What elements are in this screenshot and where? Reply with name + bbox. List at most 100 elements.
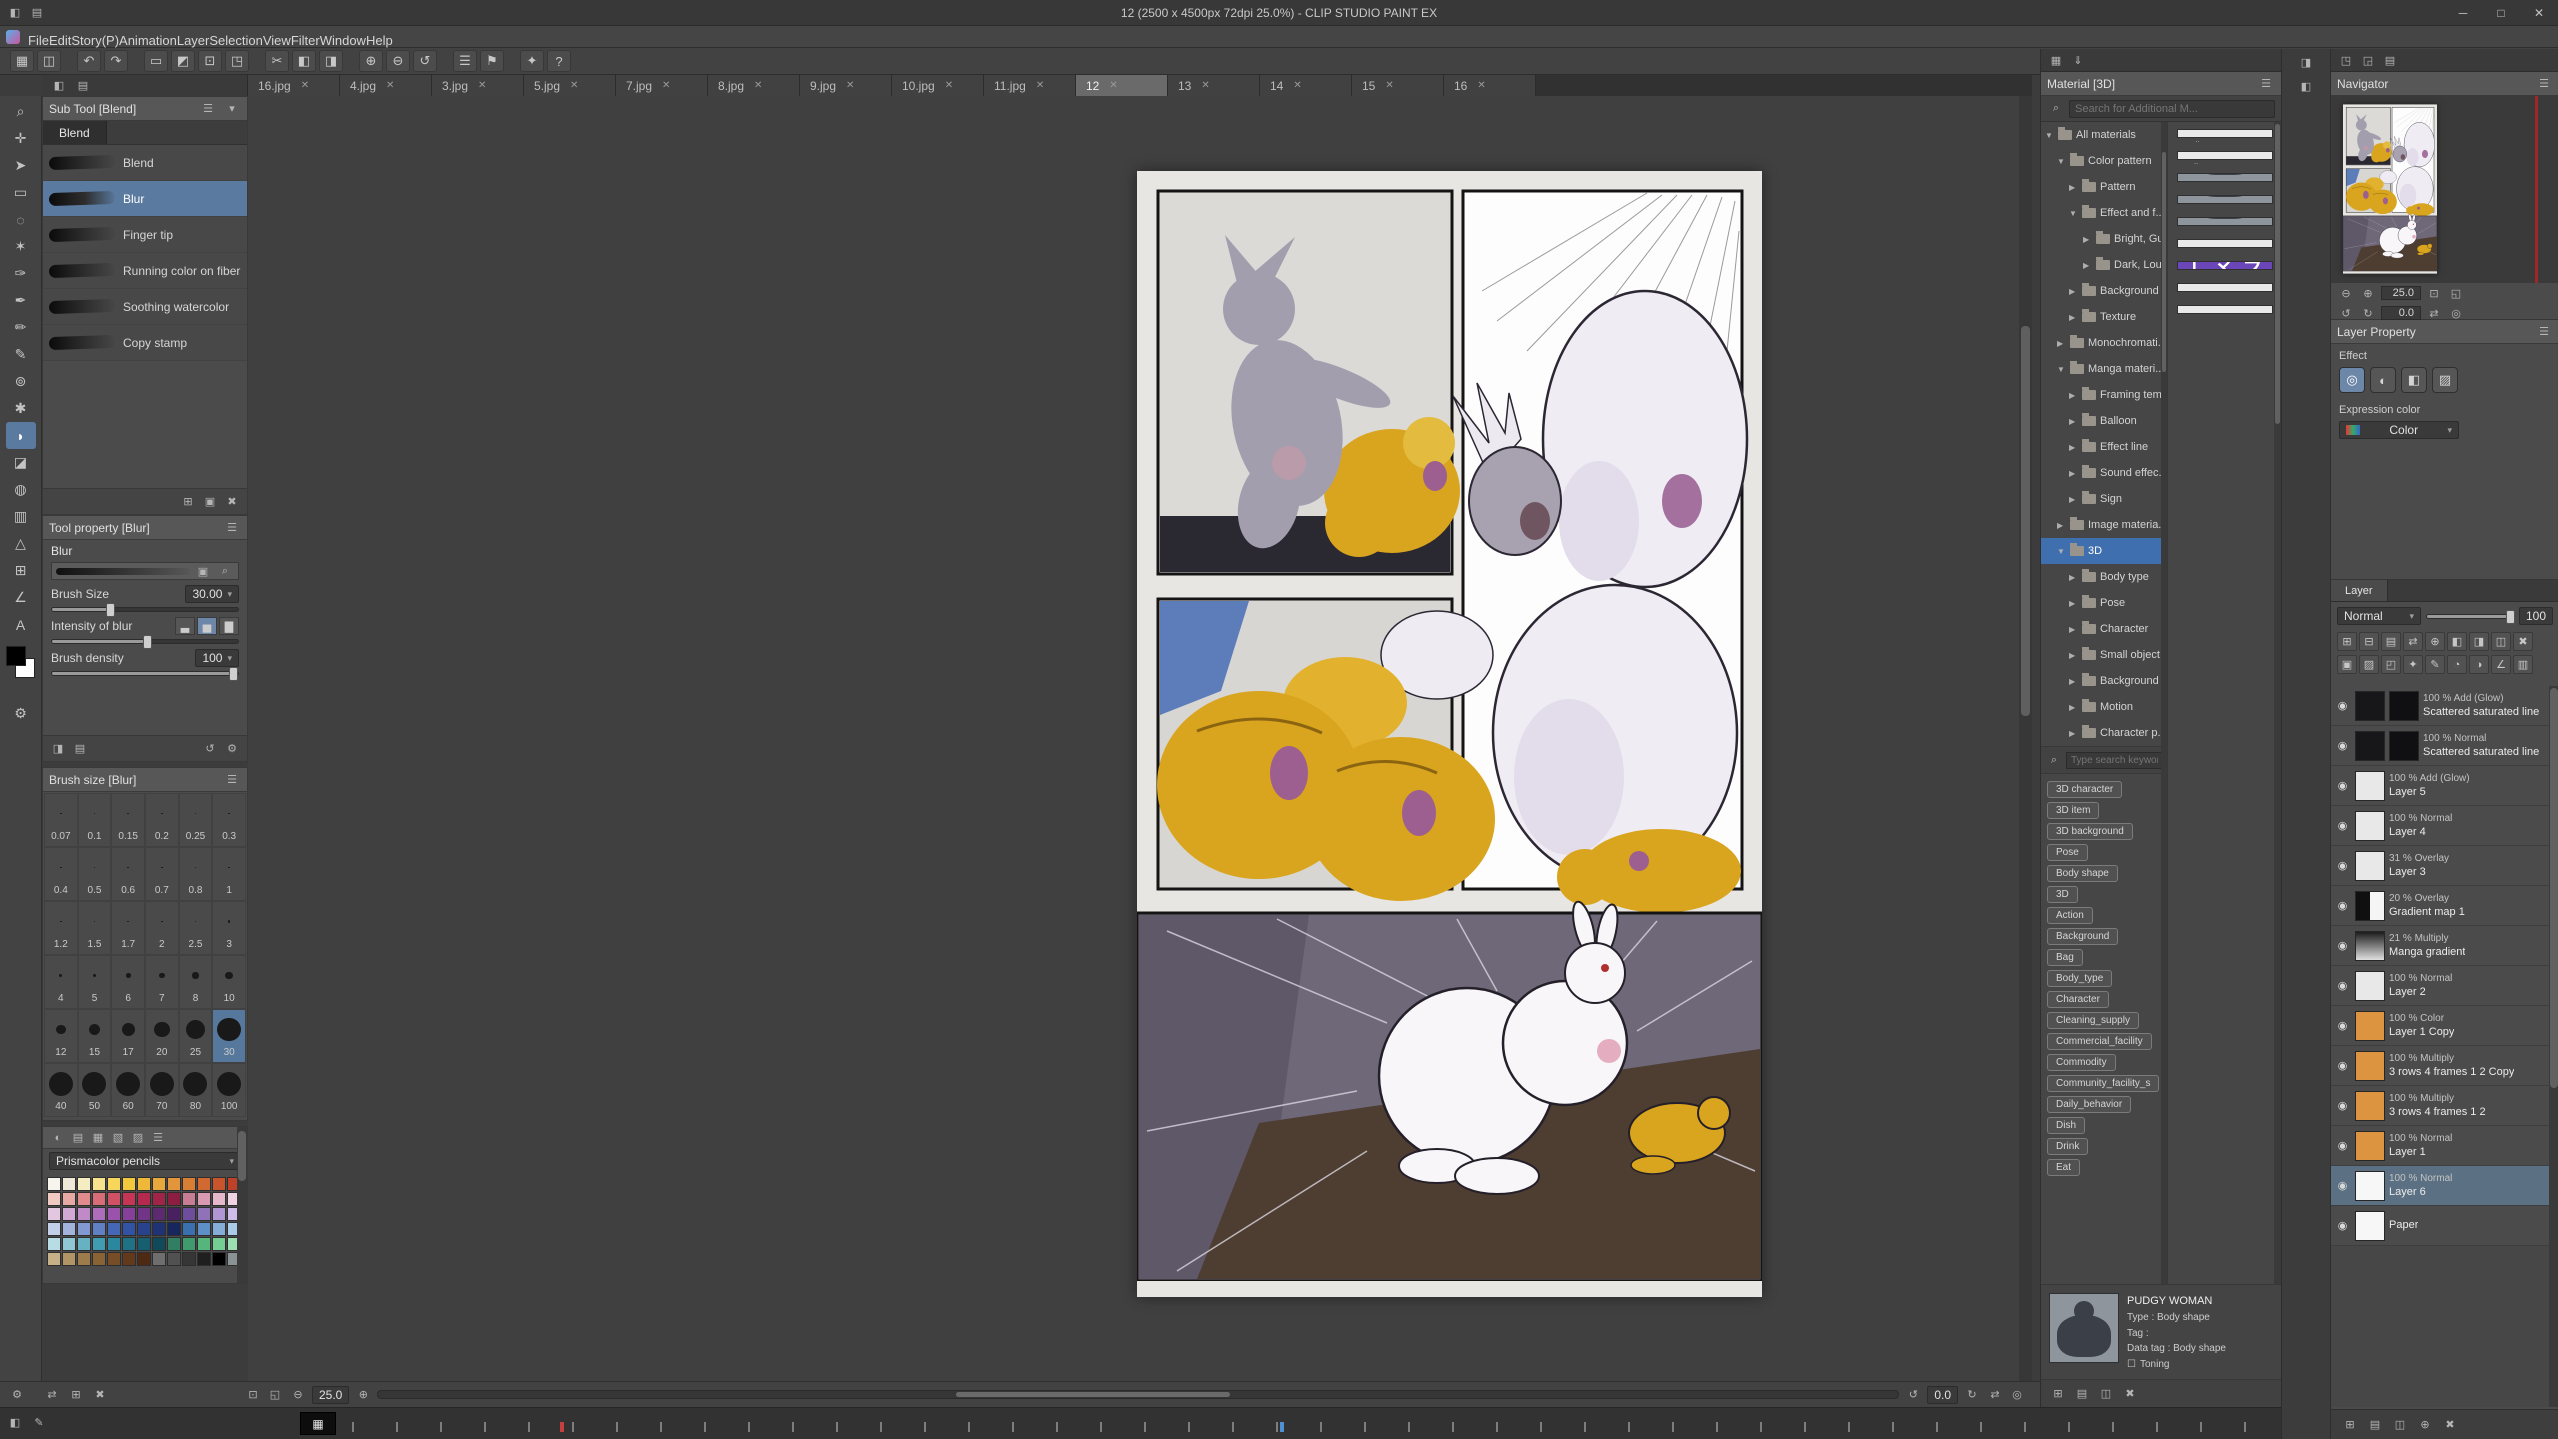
menu-item[interactable]: Animation (119, 26, 177, 48)
color-swatch[interactable] (152, 1177, 166, 1191)
close-button[interactable]: ✕ (2520, 0, 2558, 25)
brush-size-preset[interactable]: 1.5 (78, 901, 112, 955)
menu-item[interactable]: Window (320, 26, 366, 48)
brush-size-preset[interactable]: 100 (212, 1063, 246, 1117)
layer-visibility-icon[interactable]: ◉ (2334, 939, 2351, 952)
brush-size-preset[interactable]: 10 (212, 955, 246, 1009)
color-swatch[interactable] (122, 1207, 136, 1221)
expression-color-select[interactable]: Color ▾ (2339, 421, 2459, 439)
color-swatch[interactable] (137, 1192, 151, 1206)
menu-item[interactable]: Story(P) (71, 26, 119, 48)
tab-close-icon[interactable]: ✕ (386, 80, 394, 91)
canvas-horizontal-scrollbar[interactable] (377, 1390, 1899, 1399)
rotate-left-icon[interactable]: ↺ (1904, 1386, 1922, 1404)
layer-thumbnail[interactable] (2355, 1131, 2385, 1161)
layer-mask-thumbnail[interactable] (2389, 731, 2419, 761)
layer-opacity-value[interactable]: 100 (2519, 607, 2553, 625)
fit-to-screen-icon[interactable]: ⊡ (2425, 284, 2443, 302)
document-tab[interactable]: 14 ✕ (1260, 75, 1352, 96)
color-swatch[interactable] (137, 1252, 151, 1266)
tree-expander-icon[interactable]: ▼ (2045, 131, 2054, 140)
color-swatch[interactable] (152, 1192, 166, 1206)
main-color-well[interactable] (6, 646, 26, 666)
tree-expander-icon[interactable]: ▶ (2069, 469, 2078, 478)
document-tab[interactable]: 9.jpg ✕ (800, 75, 892, 96)
layer-row[interactable]: ◉ 100 % Add (Glow) Scattered saturated l… (2331, 686, 2549, 726)
tab-close-icon[interactable]: ✕ (1109, 80, 1117, 91)
material-item[interactable]: PUDGY WOMAN (2168, 188, 2281, 210)
tab-close-icon[interactable]: ✕ (1477, 80, 1485, 91)
tab-close-icon[interactable]: ✕ (1036, 80, 1044, 91)
layer-row[interactable]: ◉ 100 % Normal Layer 1 (2331, 1126, 2549, 1166)
color-swatch[interactable] (182, 1177, 196, 1191)
tree-expander-icon[interactable]: ▼ (2057, 547, 2066, 556)
brush-size-preset[interactable]: 17 (111, 1009, 145, 1063)
brush-size-preset[interactable]: 1.2 (44, 901, 78, 955)
color-swatch[interactable] (77, 1177, 91, 1191)
material-item[interactable]: CHUBBY BIG (2168, 210, 2281, 232)
material-tree-item[interactable]: ▶ Sound effec... (2041, 460, 2167, 486)
keyword-tag[interactable]: Eat (2047, 1159, 2080, 1176)
color-swatch[interactable] (212, 1252, 226, 1266)
brush-size-preset[interactable]: 15 (78, 1009, 112, 1063)
panel-menu-icon[interactable]: ☰ (2257, 75, 2275, 93)
tree-expander-icon[interactable]: ▼ (2069, 209, 2078, 218)
navigator-thumbnail[interactable] (2331, 96, 2558, 283)
panel-menu-icon[interactable]: ☰ (223, 771, 241, 789)
color-swatch[interactable] (107, 1192, 121, 1206)
material-tree-item[interactable]: ▶ Monochromati... (2041, 330, 2167, 356)
layer-row[interactable]: ◉ 21 % Multiply Manga gradient (2331, 926, 2549, 966)
tree-expander-icon[interactable]: ▶ (2069, 287, 2078, 296)
color-swatch[interactable] (77, 1237, 91, 1251)
material-tree-item[interactable]: ▼ 3D (2041, 538, 2167, 564)
layer-row[interactable]: ◉ 100 % Color Layer 1 Copy (2331, 1006, 2549, 1046)
material-tree-item[interactable]: ▶ Small object (2041, 642, 2167, 668)
color-swatch[interactable] (62, 1252, 76, 1266)
tree-expander-icon[interactable]: ▶ (2083, 235, 2092, 244)
keyword-tag[interactable]: 3D character (2047, 781, 2122, 798)
layer-thumbnail[interactable] (2355, 811, 2385, 841)
tree-expander-icon[interactable]: ▶ (2069, 313, 2078, 322)
material-tree-item[interactable]: ▶ Framing tem... (2041, 382, 2167, 408)
brush-size-preset[interactable]: 0.15 (111, 793, 145, 847)
material-item[interactable]: ぺたん(座り) (2168, 298, 2281, 320)
document-tab[interactable]: 16 ✕ (1444, 75, 1536, 96)
brush-size-preset[interactable]: 0.07 (44, 793, 78, 847)
panel-collapse-icon[interactable]: ▾ (223, 100, 241, 118)
sub-tool-item[interactable]: Copy stamp (43, 325, 247, 361)
menu-item[interactable]: View (263, 26, 291, 48)
tree-expander-icon[interactable]: ▶ (2069, 391, 2078, 400)
brush-size-preset[interactable]: 50 (78, 1063, 112, 1117)
tab-close-icon[interactable]: ✕ (301, 80, 309, 91)
document-tab[interactable]: 12 ✕ (1076, 75, 1168, 96)
color-swatch[interactable] (152, 1207, 166, 1221)
layer-visibility-icon[interactable]: ◉ (2334, 779, 2351, 792)
color-swatch[interactable] (47, 1207, 61, 1221)
document-tab[interactable]: 7.jpg ✕ (616, 75, 708, 96)
layer-mask-thumbnail[interactable] (2389, 691, 2419, 721)
color-swatch[interactable] (62, 1192, 76, 1206)
canvas-vertical-scrollbar[interactable] (2019, 96, 2032, 1381)
tab-close-icon[interactable]: ✕ (662, 80, 670, 91)
material-tree-item[interactable]: ▶ Balloon (2041, 408, 2167, 434)
document-tab[interactable]: 3.jpg ✕ (432, 75, 524, 96)
brush-size-preset[interactable]: 2 (145, 901, 179, 955)
tree-expander-icon[interactable]: ▶ (2069, 443, 2078, 452)
keyword-tag[interactable]: Body_type (2047, 970, 2112, 987)
minimize-button[interactable]: ─ (2444, 0, 2482, 25)
brush-size-preset[interactable]: 20 (145, 1009, 179, 1063)
color-swatch[interactable] (182, 1207, 196, 1221)
tab-close-icon[interactable]: ✕ (1293, 80, 1301, 91)
material-tree-item[interactable]: ▶ Sign (2041, 486, 2167, 512)
brush-size-preset[interactable]: 8 (179, 955, 213, 1009)
layer-visibility-icon[interactable]: ◉ (2334, 739, 2351, 752)
tab-close-icon[interactable]: ✕ (478, 80, 486, 91)
tree-expander-icon[interactable]: ▶ (2069, 625, 2078, 634)
document-tab[interactable]: 11.jpg ✕ (984, 75, 1076, 96)
keyword-tag[interactable]: Bag (2047, 949, 2083, 966)
tree-expander-icon[interactable]: ▼ (2057, 157, 2066, 166)
tree-expander-icon[interactable]: ▼ (2057, 365, 2066, 374)
material-tree-item[interactable]: ▶ Background (2041, 278, 2167, 304)
color-swatch[interactable] (47, 1252, 61, 1266)
brush-size-preset[interactable]: 12 (44, 1009, 78, 1063)
